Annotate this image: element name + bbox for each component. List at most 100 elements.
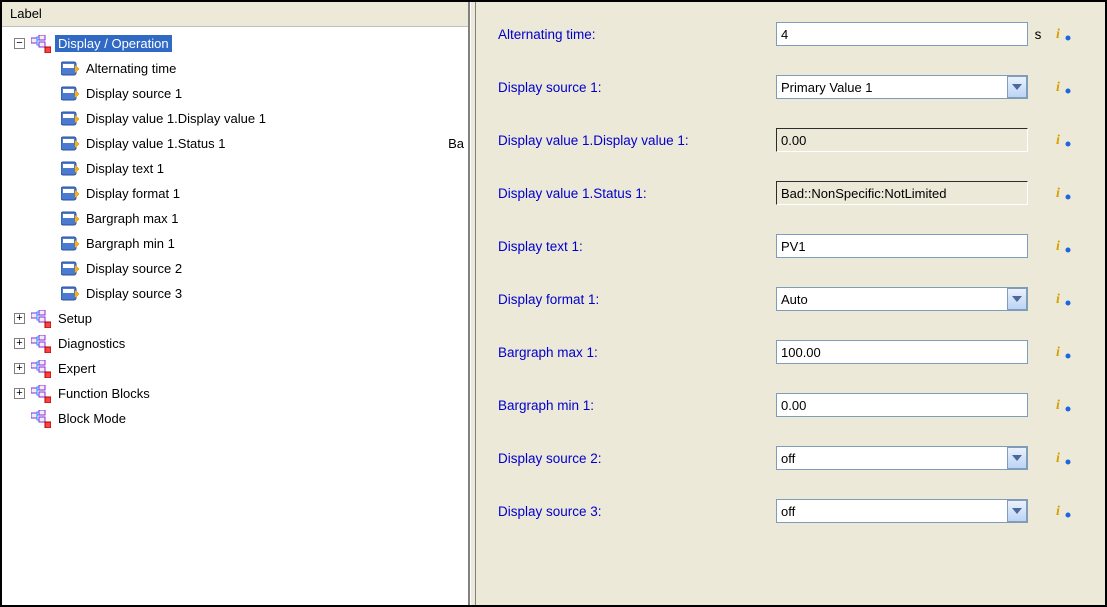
info-icon[interactable] [1056, 503, 1074, 519]
chevron-down-icon[interactable] [1007, 500, 1027, 522]
tree-node-label: Function Blocks [55, 385, 153, 402]
row-alternating-time: Alternating time: s [498, 22, 1083, 46]
tree-node-label: Setup [55, 310, 95, 327]
tree-node-label: Diagnostics [55, 335, 128, 352]
tree-column-header[interactable]: Label [2, 2, 468, 27]
expand-icon[interactable]: + [14, 363, 25, 374]
tree-leaf-label: Bargraph min 1 [83, 235, 178, 252]
label-bargraph-min-1: Bargraph min 1: [498, 398, 776, 413]
row-bargraph-min-1: Bargraph min 1: [498, 393, 1083, 417]
tree-node-setup[interactable]: + Setup [6, 306, 468, 331]
tree-leaf-display-value-1-value[interactable]: Display value 1.Display value 1 [6, 106, 468, 131]
tree-node-expert[interactable]: + Expert [6, 356, 468, 381]
select-display-source-2[interactable] [776, 446, 1028, 470]
row-display-source-1: Display source 1: [498, 75, 1083, 99]
label-alternating-time: Alternating time: [498, 27, 776, 42]
info-icon[interactable] [1056, 132, 1074, 148]
tree-leaf-display-source-1[interactable]: Display source 1 [6, 81, 468, 106]
tree-node-display-operation[interactable]: − Display / Operation [6, 31, 468, 56]
info-icon[interactable] [1056, 185, 1074, 201]
chevron-down-icon[interactable] [1007, 447, 1027, 469]
info-icon[interactable] [1056, 26, 1074, 42]
tree-leaf-display-value-1-status[interactable]: Display value 1.Status 1 Ba [6, 131, 468, 156]
readonly-display-value-1-status [776, 181, 1028, 205]
param-icon [61, 86, 79, 102]
info-icon[interactable] [1056, 344, 1074, 360]
info-icon[interactable] [1056, 397, 1074, 413]
input-bargraph-min-1[interactable] [776, 393, 1028, 417]
tree-leaf-label: Display source 2 [83, 260, 185, 277]
form-pane: Alternating time: s Display source 1: Di… [476, 2, 1105, 605]
param-icon [61, 161, 79, 177]
tree-leaf-label: Display value 1.Status 1 [83, 135, 228, 152]
row-display-source-3: Display source 3: [498, 499, 1083, 523]
row-display-format-1: Display format 1: [498, 287, 1083, 311]
param-icon [61, 186, 79, 202]
label-display-source-1: Display source 1: [498, 80, 776, 95]
tree-leaf-display-source-3[interactable]: Display source 3 [6, 281, 468, 306]
tree-node-diagnostics[interactable]: + Diagnostics [6, 331, 468, 356]
folder-icon [31, 385, 51, 403]
label-display-text-1: Display text 1: [498, 239, 776, 254]
tree-leaf-bargraph-max-1[interactable]: Bargraph max 1 [6, 206, 468, 231]
tree-leaf-label: Bargraph max 1 [83, 210, 182, 227]
folder-icon [31, 335, 51, 353]
tree-leaf-label: Display source 3 [83, 285, 185, 302]
tree-leaf-label: Display text 1 [83, 160, 167, 177]
label-display-value-1-status: Display value 1.Status 1: [498, 186, 776, 201]
expand-icon[interactable]: + [14, 313, 25, 324]
label-bargraph-max-1: Bargraph max 1: [498, 345, 776, 360]
unit-alternating-time: s [1028, 27, 1048, 42]
param-icon [61, 111, 79, 127]
info-icon[interactable] [1056, 238, 1074, 254]
tree-node-label: Expert [55, 360, 99, 377]
no-expand-spacer [14, 413, 25, 424]
collapse-icon[interactable]: − [14, 38, 25, 49]
readonly-display-value-1-value [776, 128, 1028, 152]
param-icon [61, 286, 79, 302]
folder-icon [31, 360, 51, 378]
tree-leaf-label: Display value 1.Display value 1 [83, 110, 269, 127]
label-display-format-1: Display format 1: [498, 292, 776, 307]
row-display-source-2: Display source 2: [498, 446, 1083, 470]
tree-node-function-blocks[interactable]: + Function Blocks [6, 381, 468, 406]
info-icon[interactable] [1056, 450, 1074, 466]
folder-icon [31, 310, 51, 328]
label-display-source-3: Display source 3: [498, 504, 776, 519]
tree-leaf-display-text-1[interactable]: Display text 1 [6, 156, 468, 181]
row-display-value-1-status: Display value 1.Status 1: [498, 181, 1083, 205]
tree-leaf-display-source-2[interactable]: Display source 2 [6, 256, 468, 281]
info-icon[interactable] [1056, 79, 1074, 95]
tree-pane: Label − Display / Operation Alternating … [2, 2, 470, 605]
param-icon [61, 136, 79, 152]
expand-icon[interactable]: + [14, 338, 25, 349]
label-display-source-2: Display source 2: [498, 451, 776, 466]
tree-body: − Display / Operation Alternating time D… [2, 27, 468, 605]
input-bargraph-max-1[interactable] [776, 340, 1028, 364]
tree-leaf-bargraph-min-1[interactable]: Bargraph min 1 [6, 231, 468, 256]
param-icon [61, 211, 79, 227]
select-display-source-1[interactable] [776, 75, 1028, 99]
tree-node-block-mode[interactable]: Block Mode [6, 406, 468, 431]
tree-leaf-label: Display source 1 [83, 85, 185, 102]
expand-icon[interactable]: + [14, 388, 25, 399]
input-display-text-1[interactable] [776, 234, 1028, 258]
tree-leaf-label: Display format 1 [83, 185, 183, 202]
tree-leaf-display-format-1[interactable]: Display format 1 [6, 181, 468, 206]
chevron-down-icon[interactable] [1007, 76, 1027, 98]
select-display-source-3[interactable] [776, 499, 1028, 523]
tree-leaf-alternating-time[interactable]: Alternating time [6, 56, 468, 81]
input-alternating-time[interactable] [776, 22, 1028, 46]
tree-node-label: Block Mode [55, 410, 129, 427]
folder-icon [31, 410, 51, 428]
folder-icon [31, 35, 51, 53]
param-icon [61, 61, 79, 77]
row-bargraph-max-1: Bargraph max 1: [498, 340, 1083, 364]
param-icon [61, 236, 79, 252]
select-display-format-1[interactable] [776, 287, 1028, 311]
row-display-text-1: Display text 1: [498, 234, 1083, 258]
tree-leaf-label: Alternating time [83, 60, 179, 77]
chevron-down-icon[interactable] [1007, 288, 1027, 310]
info-icon[interactable] [1056, 291, 1074, 307]
tree-leaf-extra: Ba [448, 136, 468, 151]
